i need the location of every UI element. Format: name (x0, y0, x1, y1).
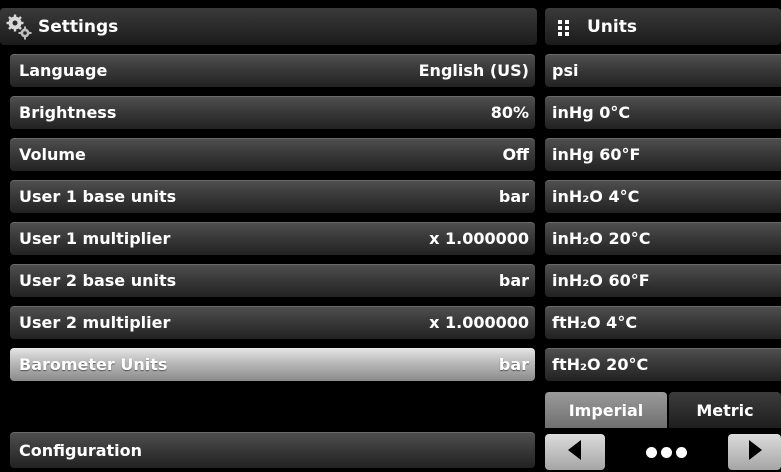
setting-label: Barometer Units (19, 355, 168, 374)
tab-label: Imperial (568, 400, 644, 420)
settings-header: Settings (0, 8, 537, 45)
unit-item-fth2o-20c[interactable]: ftH₂O 20°C (545, 348, 781, 381)
tab-metric[interactable]: Metric (669, 392, 781, 428)
unit-item-psi[interactable]: psi (545, 54, 781, 87)
units-title: Units (587, 16, 637, 37)
tab-imperial[interactable]: Imperial (545, 392, 667, 428)
setting-row-brightness[interactable]: Brightness 80% (10, 96, 535, 129)
unit-label: inHg 0°C (552, 103, 631, 122)
setting-row-volume[interactable]: Volume Off (10, 138, 535, 171)
setting-label: Language (19, 61, 108, 80)
prev-page-button[interactable] (545, 434, 605, 470)
setting-row-user1-base-units[interactable]: User 1 base units bar (10, 180, 535, 213)
setting-row-user1-multiplier[interactable]: User 1 multiplier x 1.000000 (10, 222, 535, 255)
setting-row-user2-base-units[interactable]: User 2 base units bar (10, 264, 535, 297)
unit-label: ftH₂O 20°C (552, 355, 649, 374)
setting-value: English (US) (418, 61, 529, 80)
page-dots-icon (645, 446, 687, 458)
setting-value: x 1.000000 (429, 229, 529, 248)
unit-label: inHg 60°F (552, 145, 641, 164)
settings-title: Settings (38, 16, 119, 37)
unit-item-inhg-0c[interactable]: inHg 0°C (545, 96, 781, 129)
setting-value: bar (498, 355, 529, 374)
unit-label: inH₂O 4°C (552, 187, 640, 206)
unit-item-inh2o-20c[interactable]: inH₂O 20°C (545, 222, 781, 255)
unit-label: inH₂O 60°F (552, 271, 650, 290)
configuration-button[interactable]: Configuration (10, 432, 535, 468)
setting-label: User 1 base units (19, 187, 177, 206)
arrow-left-icon (565, 439, 585, 465)
setting-row-language[interactable]: Language English (US) (10, 54, 535, 87)
setting-value: Off (502, 145, 529, 164)
unit-item-inh2o-4c[interactable]: inH₂O 4°C (545, 180, 781, 213)
unit-label: ftH₂O 4°C (552, 313, 638, 332)
unit-item-inhg-60f[interactable]: inHg 60°F (545, 138, 781, 171)
setting-label: Volume (19, 145, 86, 164)
setting-value: x 1.000000 (429, 313, 529, 332)
setting-label: Brightness (19, 103, 117, 122)
unit-item-fth2o-4c[interactable]: ftH₂O 4°C (545, 306, 781, 339)
grid-icon (553, 16, 575, 38)
next-page-button[interactable] (728, 434, 781, 470)
page-indicator (610, 434, 722, 470)
setting-row-barometer-units[interactable]: Barometer Units bar (10, 348, 535, 381)
setting-label: User 1 multiplier (19, 229, 171, 248)
setting-value: bar (498, 271, 529, 290)
configuration-label: Configuration (19, 440, 143, 460)
units-header: Units (545, 8, 781, 45)
setting-label: User 2 base units (19, 271, 177, 290)
unit-item-inh2o-60f[interactable]: inH₂O 60°F (545, 264, 781, 297)
tab-label: Metric (696, 400, 754, 420)
setting-value: 80% (490, 103, 529, 122)
setting-value: bar (498, 187, 529, 206)
setting-label: User 2 multiplier (19, 313, 171, 332)
gear-icon (6, 14, 32, 40)
unit-label: inH₂O 20°C (552, 229, 651, 248)
setting-row-user2-multiplier[interactable]: User 2 multiplier x 1.000000 (10, 306, 535, 339)
unit-label: psi (552, 61, 579, 80)
arrow-right-icon (745, 439, 765, 465)
